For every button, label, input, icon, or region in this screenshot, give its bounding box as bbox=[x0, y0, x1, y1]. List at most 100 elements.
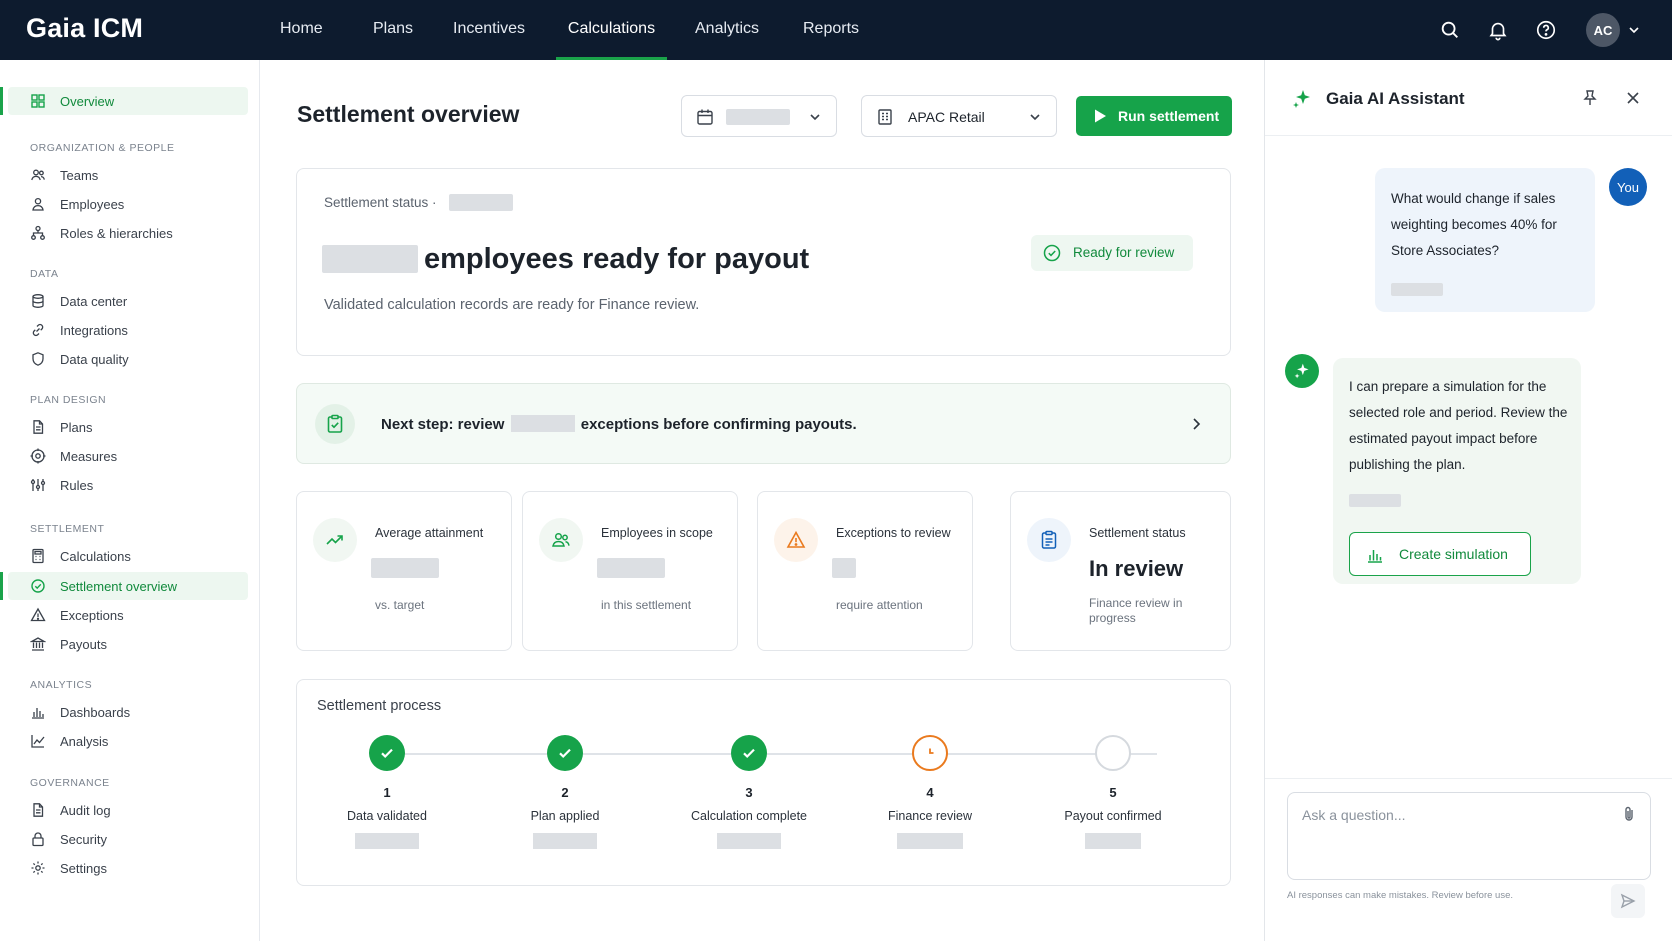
user-avatar[interactable]: AC bbox=[1586, 13, 1620, 47]
period-select[interactable] bbox=[681, 95, 837, 137]
close-icon[interactable] bbox=[1625, 90, 1641, 106]
assistant-title: Gaia AI Assistant bbox=[1326, 89, 1465, 108]
sparkle-icon bbox=[1293, 90, 1310, 108]
sidebar-item-integrations[interactable]: Integrations bbox=[8, 316, 248, 344]
target-icon bbox=[30, 448, 46, 464]
sidebar-item-teams[interactable]: Teams bbox=[8, 161, 248, 189]
nav-incentives[interactable]: Incentives bbox=[453, 0, 525, 60]
redacted-value bbox=[355, 833, 419, 849]
sidebar-item-roles[interactable]: Roles & hierarchies bbox=[8, 219, 248, 247]
sidebar-section-title: PLAN DESIGN bbox=[30, 394, 107, 406]
nav-reports[interactable]: Reports bbox=[803, 0, 859, 60]
ai-assistant-panel: Gaia AI Assistant What would change if s… bbox=[1264, 60, 1672, 941]
sidebar-item-exceptions[interactable]: Exceptions bbox=[8, 601, 248, 629]
sidebar-item-label: Settings bbox=[60, 861, 107, 876]
kpi-card-employees-in-scope: Employees in scope in this settlement bbox=[522, 491, 738, 651]
sidebar-item-label: Rules bbox=[60, 478, 94, 493]
top-navigation-bar: Gaia ICM Home Plans Incentives Calculati… bbox=[0, 0, 1672, 60]
step-number: 1 bbox=[383, 785, 391, 800]
step-label: Payout confirmed bbox=[1064, 809, 1162, 823]
redacted-value bbox=[533, 833, 597, 849]
sidebar-item-dashboards[interactable]: Dashboards bbox=[8, 698, 248, 726]
redacted-value bbox=[1349, 494, 1401, 507]
document-icon bbox=[33, 803, 44, 817]
sidebar-item-label: Plans bbox=[60, 420, 93, 435]
redacted-value bbox=[1391, 283, 1443, 296]
chevron-down-icon bbox=[810, 114, 820, 121]
kpi-subtitle: vs. target bbox=[375, 598, 425, 612]
sidebar-item-label: Audit log bbox=[60, 803, 111, 818]
sidebar-item-label: Data quality bbox=[60, 352, 129, 367]
user-message: What would change if sales weighting bec… bbox=[1391, 191, 1557, 258]
create-simulation-button[interactable]: Create simulation bbox=[1349, 532, 1531, 576]
user-message-bubble: What would change if sales weighting bec… bbox=[1375, 168, 1595, 312]
redacted-value bbox=[510, 415, 575, 432]
play-icon bbox=[1095, 109, 1106, 123]
sidebar-item-label: Teams bbox=[60, 168, 99, 183]
sidebar-item-employees[interactable]: Employees bbox=[8, 190, 248, 218]
process-step-3: 3 Calculation complete bbox=[669, 735, 829, 849]
redacted-value bbox=[597, 558, 665, 578]
sidebar-item-settings[interactable]: Settings bbox=[8, 854, 248, 882]
nav-home[interactable]: Home bbox=[280, 0, 323, 60]
run-settlement-button[interactable]: Run settlement bbox=[1076, 96, 1232, 136]
sidebar-item-label: Integrations bbox=[60, 323, 128, 338]
clock-icon bbox=[912, 735, 948, 771]
ai-avatar bbox=[1285, 354, 1319, 388]
region-select[interactable]: APAC Retail bbox=[861, 95, 1057, 137]
sidebar-item-analysis[interactable]: Analysis bbox=[8, 727, 248, 755]
app-logo[interactable]: Gaia ICM bbox=[26, 13, 143, 44]
sidebar-item-payouts[interactable]: Payouts bbox=[8, 630, 248, 658]
sidebar-item-overview[interactable]: Overview bbox=[0, 87, 248, 115]
check-circle-icon bbox=[31, 579, 45, 593]
send-button[interactable] bbox=[1611, 884, 1645, 918]
user-icon bbox=[32, 197, 44, 211]
users-icon bbox=[539, 518, 583, 562]
paperclip-icon[interactable] bbox=[1620, 805, 1638, 823]
database-icon bbox=[32, 294, 44, 308]
sidebar-section-title: DATA bbox=[30, 268, 59, 280]
nav-calculations[interactable]: Calculations bbox=[556, 0, 667, 60]
next-step-banner[interactable]: Next step: review exceptions before conf… bbox=[296, 383, 1231, 464]
check-circle-icon bbox=[1043, 244, 1061, 262]
redacted-value bbox=[1085, 833, 1141, 849]
sidebar-item-measures[interactable]: Measures bbox=[8, 442, 248, 470]
team-icon bbox=[31, 169, 45, 181]
nav-analytics[interactable]: Analytics bbox=[695, 0, 759, 60]
redacted-value bbox=[322, 245, 418, 273]
chevron-down-icon[interactable] bbox=[1626, 22, 1642, 38]
sidebar-item-rules[interactable]: Rules bbox=[8, 471, 248, 499]
sidebar-item-plans[interactable]: Plans bbox=[8, 413, 248, 441]
sidebar-item-data-quality[interactable]: Data quality bbox=[8, 345, 248, 373]
question-input[interactable]: Ask a question... bbox=[1287, 792, 1651, 880]
settlement-process-card: Settlement process 1 Data validated 2 Pl… bbox=[296, 679, 1231, 886]
sidebar-item-calculations[interactable]: Calculations bbox=[8, 542, 248, 570]
sidebar-section-title: ANALYTICS bbox=[30, 679, 93, 691]
button-label: Run settlement bbox=[1118, 108, 1220, 124]
status-label: Settlement status · bbox=[324, 195, 437, 210]
sidebar-item-audit-log[interactable]: Audit log bbox=[8, 796, 248, 824]
sidebar-item-settlement-overview[interactable]: Settlement overview bbox=[0, 572, 248, 600]
sidebar-item-data-center[interactable]: Data center bbox=[8, 287, 248, 315]
sidebar-item-security[interactable]: Security bbox=[8, 825, 248, 853]
pin-icon[interactable] bbox=[1581, 89, 1599, 107]
clipboard-check-icon bbox=[315, 404, 355, 444]
bank-icon bbox=[30, 637, 46, 651]
step-number: 4 bbox=[926, 785, 934, 800]
search-icon[interactable] bbox=[1435, 15, 1465, 45]
nav-plans[interactable]: Plans bbox=[373, 0, 413, 60]
gear-icon bbox=[31, 861, 45, 875]
chevron-down-icon bbox=[1030, 114, 1040, 121]
building-icon bbox=[878, 109, 892, 125]
divider bbox=[1265, 778, 1672, 779]
page-title: Settlement overview bbox=[297, 101, 520, 127]
bell-icon[interactable] bbox=[1483, 15, 1513, 45]
check-icon bbox=[731, 735, 767, 771]
redacted-value bbox=[717, 833, 781, 849]
sidebar-item-label: Analysis bbox=[60, 734, 109, 749]
process-title: Settlement process bbox=[317, 698, 442, 714]
help-icon[interactable] bbox=[1531, 15, 1561, 45]
redacted-value bbox=[726, 109, 790, 125]
bar-chart-icon bbox=[32, 708, 44, 719]
bar-chart-icon bbox=[1368, 550, 1382, 563]
